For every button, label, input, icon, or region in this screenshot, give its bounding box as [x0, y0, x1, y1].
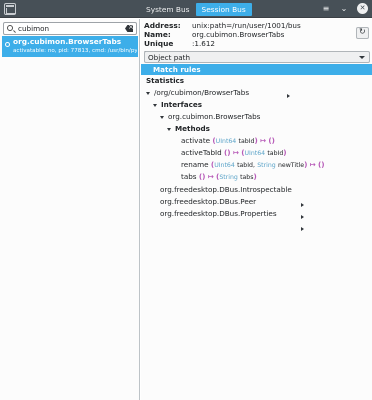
- expand-arrow-icon[interactable]: [301, 227, 304, 231]
- header-bar: System Bus Session Bus ≡ ⌄ ✕: [0, 0, 372, 18]
- service-name: org.cubimon.BrowserTabs: [13, 37, 122, 46]
- view-mode-dropdown[interactable]: Object path: [144, 51, 370, 63]
- tab-session-bus[interactable]: Session Bus: [195, 3, 252, 16]
- search-box: [3, 22, 137, 35]
- expand-arrow-icon[interactable]: [301, 215, 304, 219]
- method-activate[interactable]: activate (UInt64 tabId) ↦ (): [181, 135, 275, 146]
- collapse-arrow-icon[interactable]: [160, 115, 164, 119]
- collapse-arrow-icon[interactable]: [146, 91, 150, 95]
- name-value: org.cubimon.BrowserTabs: [192, 30, 285, 39]
- clear-icon[interactable]: [125, 25, 133, 32]
- service-details-pane: Address: unix:path=/run/user/1001/bus Na…: [141, 19, 372, 400]
- tree-item-statistics[interactable]: Statistics: [146, 75, 290, 98]
- bus-tabs: System Bus Session Bus: [140, 3, 252, 16]
- collapse-arrow-icon[interactable]: [153, 103, 157, 107]
- expand-arrow-icon[interactable]: [287, 94, 290, 98]
- service-item[interactable]: org.cubimon.BrowserTabs activatable: no,…: [2, 36, 138, 57]
- service-info-block: Address: unix:path=/run/user/1001/bus Na…: [144, 21, 301, 57]
- unique-name-label: Unique name:: [144, 39, 174, 57]
- service-info: activatable: no, pid: 77813, cmd: /usr/b…: [13, 48, 137, 54]
- close-icon[interactable]: ✕: [357, 3, 368, 14]
- tab-system-bus[interactable]: System Bus: [140, 3, 196, 16]
- method-tabs[interactable]: tabs () ↦ (String tabs): [181, 171, 257, 182]
- chevron-down-icon: [359, 56, 365, 59]
- service-list-pane: org.cubimon.BrowserTabs activatable: no,…: [0, 19, 140, 400]
- menu-icon[interactable]: ≡: [321, 2, 331, 16]
- tree-item-interface-browsertabs[interactable]: org.cubimon.BrowserTabs: [160, 111, 260, 122]
- window-controls: ≡ ⌄ ✕: [321, 2, 368, 16]
- tree-item-interface-introspectable[interactable]: org.freedesktop.DBus.Introspectable: [160, 184, 304, 207]
- name-label: Name:: [144, 30, 171, 39]
- search-input[interactable]: [18, 23, 118, 34]
- refresh-button[interactable]: [356, 27, 369, 39]
- method-rename[interactable]: rename (UInt64 tabId, String newTitle) ↦…: [181, 159, 325, 170]
- search-icon: [7, 25, 13, 31]
- tree-item-match-rules[interactable]: Match rules: [141, 64, 372, 75]
- tree-item-methods[interactable]: Methods: [167, 123, 210, 134]
- expand-arrow-icon[interactable]: [301, 203, 304, 207]
- unique-name-value: :1.612: [192, 39, 215, 48]
- tree-item-interface-peer[interactable]: org.freedesktop.DBus.Peer: [160, 196, 304, 219]
- minimize-icon[interactable]: ⌄: [339, 2, 349, 16]
- collapse-arrow-icon[interactable]: [167, 127, 171, 131]
- tree-item-interfaces[interactable]: Interfaces: [153, 99, 202, 110]
- method-activetabid[interactable]: activeTabId () ↦ (UInt64 tabId): [181, 147, 287, 158]
- app-icon: [4, 3, 16, 15]
- tree-item-interface-properties[interactable]: org.freedesktop.DBus.Properties: [160, 208, 304, 231]
- tree-item-object-path[interactable]: /org/cubimon/BrowserTabs: [146, 87, 249, 98]
- dropdown-selected: Object path: [148, 53, 191, 62]
- address-label: Address:: [144, 21, 181, 30]
- service-status-icon: [5, 42, 10, 47]
- address-value: unix:path=/run/user/1001/bus: [192, 21, 301, 30]
